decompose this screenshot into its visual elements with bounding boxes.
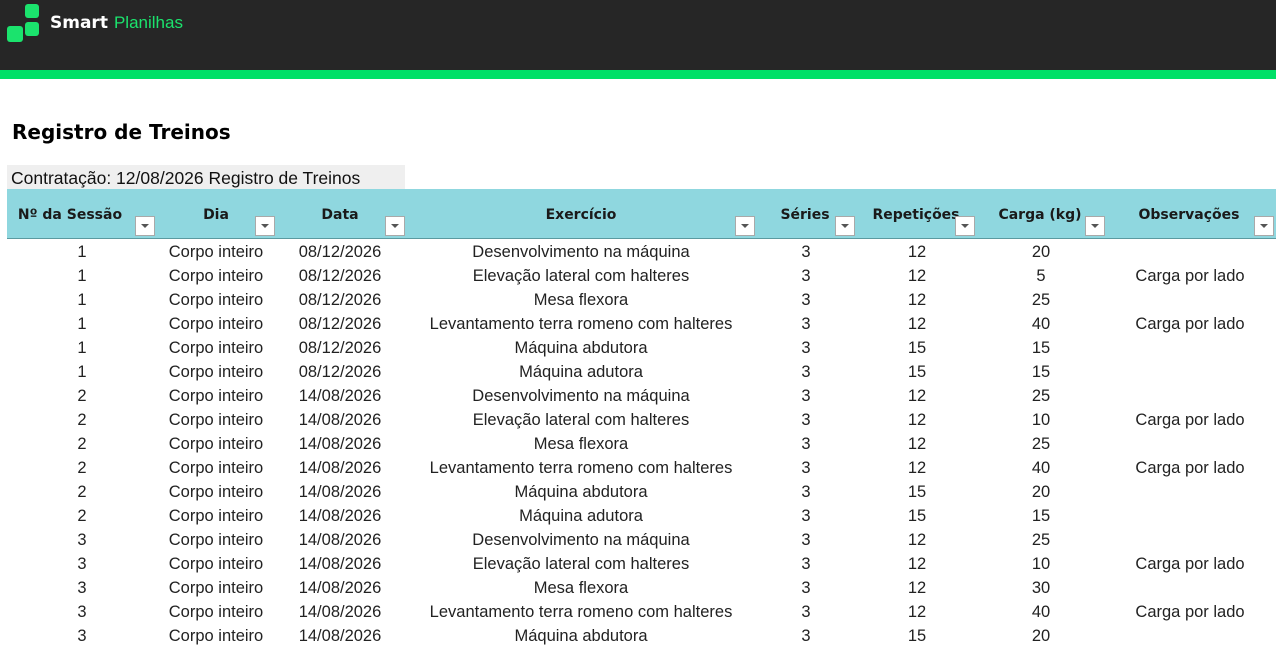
smart-planilhas-logo-icon xyxy=(7,4,43,42)
chevron-down-icon xyxy=(1260,224,1268,228)
table-cell-exercicio[interactable]: Máquina abdutora xyxy=(391,336,771,360)
table-cell-observacoes[interactable] xyxy=(1086,336,1276,360)
column-header-label: Repetições xyxy=(872,207,960,223)
table-cell-observacoes[interactable]: Carga por lado xyxy=(1086,600,1276,624)
table-cell-exercicio[interactable]: Mesa flexora xyxy=(391,432,771,456)
table-row: 3 Corpo inteiro 14/08/2026 Desenvolvimento … xyxy=(7,528,1276,552)
table-row: 3 Corpo inteiro 14/08/2026 Elevação lateral… xyxy=(7,552,1276,576)
table-cell-exercicio[interactable]: Máquina abdutora xyxy=(391,624,771,647)
table-row: 1 Corpo inteiro 08/12/2026 Levantamento ter… xyxy=(7,312,1276,336)
filter-dropdown-button-data[interactable] xyxy=(385,216,405,236)
column-header-label: Séries xyxy=(780,207,830,223)
table-cell-observacoes[interactable]: Carga por lado xyxy=(1086,264,1276,288)
table-cell-exercicio[interactable]: Levantamento terra romeno com halteres xyxy=(391,600,771,624)
chevron-down-icon xyxy=(391,224,399,228)
table-row: 1 Corpo inteiro 08/12/2026 Mesa flexora 3 12 2… xyxy=(7,288,1276,312)
top-bar: Smart Planilhas xyxy=(0,0,1276,70)
table-row: 2 Corpo inteiro 14/08/2026 Máquina adutora 3… xyxy=(7,504,1276,528)
column-header-label: Observações xyxy=(1138,207,1240,223)
table-cell-exercicio[interactable]: Máquina adutora xyxy=(391,360,771,384)
brand-name: Smart Planilhas xyxy=(50,13,183,39)
filter-dropdown-button-observacoes[interactable] xyxy=(1254,216,1274,236)
table-cell-observacoes[interactable]: Carga por lado xyxy=(1086,408,1276,432)
table-cell-exercicio[interactable]: Mesa flexora xyxy=(391,288,771,312)
table-row: 2 Corpo inteiro 14/08/2026 Máquina abdutora… xyxy=(7,480,1276,504)
table-row: 3 Corpo inteiro 14/08/2026 Levantamento ter… xyxy=(7,600,1276,624)
table-row: 1 Corpo inteiro 08/12/2026 Máquina adutora 3… xyxy=(7,360,1276,384)
table-cell-observacoes[interactable] xyxy=(1086,432,1276,456)
column-header-label: Dia xyxy=(203,207,229,223)
table-row: 2 Corpo inteiro 14/08/2026 Elevação lateral… xyxy=(7,408,1276,432)
column-header-label: Carga (kg) xyxy=(998,207,1082,223)
table-row: 1 Corpo inteiro 08/12/2026 Elevação lateral… xyxy=(7,264,1276,288)
column-header-label: Data xyxy=(321,207,359,223)
table-cell-observacoes[interactable]: Carga por lado xyxy=(1086,552,1276,576)
brand-name-light: Planilhas xyxy=(113,13,183,32)
table-body: 1 Corpo inteiro 08/12/2026 Desenvolvimento … xyxy=(7,240,1276,647)
table-cell-exercicio[interactable]: Desenvolvimento na máquina xyxy=(391,384,771,408)
table-row: 1 Corpo inteiro 08/12/2026 Desenvolvimento … xyxy=(7,240,1276,264)
table-cell-observacoes[interactable] xyxy=(1086,240,1276,264)
table-row: 2 Corpo inteiro 14/08/2026 Levantamento ter… xyxy=(7,456,1276,480)
contract-subtitle[interactable]: Contratação: 12/08/2026 Registro de Trei… xyxy=(7,165,405,189)
table-cell-observacoes[interactable] xyxy=(1086,504,1276,528)
table-row: 2 Corpo inteiro 14/08/2026 Mesa flexora 3 12 2… xyxy=(7,432,1276,456)
table-row: 1 Corpo inteiro 08/12/2026 Máquina abdutora… xyxy=(7,336,1276,360)
table-cell-exercicio[interactable]: Levantamento terra romeno com halteres xyxy=(391,312,771,336)
table-cell-exercicio[interactable]: Desenvolvimento na máquina xyxy=(391,528,771,552)
table-cell-observacoes[interactable] xyxy=(1086,480,1276,504)
table-cell-observacoes[interactable]: Carga por lado xyxy=(1086,456,1276,480)
table-cell-exercicio[interactable]: Mesa flexora xyxy=(391,576,771,600)
table-cell-exercicio[interactable]: Elevação lateral com halteres xyxy=(391,408,771,432)
table-cell-observacoes[interactable] xyxy=(1086,576,1276,600)
column-header-exercicio[interactable]: Exercício xyxy=(496,189,666,239)
table-cell-exercicio[interactable]: Máquina abdutora xyxy=(391,480,771,504)
table-cell-exercicio[interactable]: Elevação lateral com halteres xyxy=(391,264,771,288)
table-cell-observacoes[interactable] xyxy=(1086,384,1276,408)
table-cell-exercicio[interactable]: Levantamento terra romeno com halteres xyxy=(391,456,771,480)
table-cell-observacoes[interactable] xyxy=(1086,624,1276,647)
table-cell-exercicio[interactable]: Desenvolvimento na máquina xyxy=(391,240,771,264)
page-title: Registro de Treinos xyxy=(12,120,231,144)
table-cell-observacoes[interactable] xyxy=(1086,288,1276,312)
table-cell-observacoes[interactable]: Carga por lado xyxy=(1086,312,1276,336)
table-row: 3 Corpo inteiro 14/08/2026 Mesa flexora 3 12 3… xyxy=(7,576,1276,600)
table-row: 2 Corpo inteiro 14/08/2026 Desenvolvimento … xyxy=(7,384,1276,408)
table-cell-exercicio[interactable]: Elevação lateral com halteres xyxy=(391,552,771,576)
accent-stripe xyxy=(0,70,1276,79)
table-cell-observacoes[interactable] xyxy=(1086,528,1276,552)
brand-name-bold: Smart xyxy=(50,13,108,33)
filter-dropdown-button-carga[interactable] xyxy=(1085,216,1105,236)
chevron-down-icon xyxy=(1091,224,1099,228)
column-header-label: Exercício xyxy=(545,207,617,223)
table-cell-exercicio[interactable]: Máquina adutora xyxy=(391,504,771,528)
table-cell-observacoes[interactable] xyxy=(1086,360,1276,384)
column-header-observacoes[interactable]: Observações xyxy=(1104,189,1274,239)
table-row: 3 Corpo inteiro 14/08/2026 Máquina abdutora… xyxy=(7,624,1276,647)
column-header-label: Nº da Sessão xyxy=(17,207,123,223)
table-header-row: Nº da Sessão Dia Data Exercício Séries Repeti… xyxy=(7,189,1276,239)
